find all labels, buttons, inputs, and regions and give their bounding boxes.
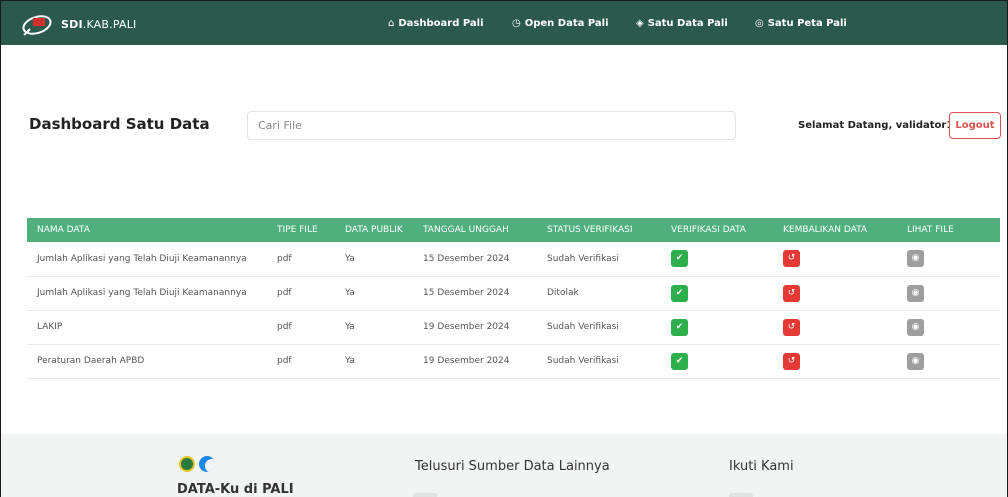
nav-satu-peta-label: Satu Peta Pali (767, 17, 847, 29)
check-icon: ✔ (675, 287, 684, 298)
undo-icon: ↺ (787, 253, 796, 264)
cell-publik: Ya (335, 276, 413, 311)
cell-publik: Ya (335, 344, 413, 379)
verify-button[interactable]: ✔ (671, 250, 688, 268)
return-button[interactable]: ↺ (783, 318, 800, 336)
col-status-verifikasi[interactable]: STATUS VERIFIKASI (537, 218, 661, 242)
footer-brand: DATA-Ku di PALI (177, 482, 294, 497)
return-button[interactable]: ↺ (783, 284, 800, 302)
brand-logo-icon (21, 11, 57, 37)
regency-seal-icon (179, 456, 195, 472)
footer-explore-heading: Telusuri Sumber Data Lainnya (415, 459, 610, 474)
brand[interactable]: SDI.KAB.PALI (21, 11, 136, 37)
nav-dashboard-label: Dashboard Pali (398, 17, 484, 29)
table-row: Jumlah Aplikasi yang Telah Diuji Keamana… (27, 242, 1000, 277)
check-icon: ✔ (675, 253, 684, 264)
cell-publik: Ya (335, 242, 413, 277)
cell-nama: Peraturan Daerah APBD (27, 344, 267, 379)
verify-button[interactable]: ✔ (671, 284, 688, 302)
footer-social-stub[interactable] (729, 493, 753, 497)
cell-tipe: pdf (267, 344, 335, 379)
table-header-row: NAMA DATA TIPE FILE DATA PUBLIK TANGGAL … (27, 218, 1000, 242)
welcome-text: Selamat Datang, validator1 (798, 120, 954, 131)
cell-tanggal: 19 Desember 2024 (413, 344, 537, 379)
page-title: Dashboard Satu Data (29, 115, 210, 133)
cell-tanggal: 15 Desember 2024 (413, 242, 537, 277)
globe-icon: ◎ (755, 17, 764, 29)
check-icon: ✔ (675, 321, 684, 332)
view-file-button[interactable]: ◉ (907, 250, 924, 268)
brand-text-bold: SDI (61, 17, 83, 31)
return-button[interactable]: ↺ (783, 250, 800, 268)
cell-nama: Jumlah Aplikasi yang Telah Diuji Keamana… (27, 276, 267, 311)
layers-icon: ◈ (636, 17, 644, 29)
col-tanggal-unggah[interactable]: TANGGAL UNGGAH (413, 218, 537, 242)
view-file-button[interactable]: ◉ (907, 318, 924, 336)
undo-icon: ↺ (787, 287, 796, 298)
return-button[interactable]: ↺ (783, 352, 800, 370)
cell-status: Sudah Verifikasi (537, 344, 661, 379)
nav-satu-data-label: Satu Data Pali (647, 17, 728, 29)
col-tipe-file[interactable]: TIPE FILE (267, 218, 335, 242)
brand-text-rest: .KAB.PALI (82, 17, 137, 31)
view-file-button[interactable]: ◉ (907, 352, 924, 370)
home-icon: ⌂ (388, 17, 395, 29)
nav-open-data-label: Open Data Pali (524, 17, 609, 29)
cell-tipe: pdf (267, 242, 335, 277)
col-nama-data[interactable]: NAMA DATA (27, 218, 267, 242)
cell-publik: Ya (335, 310, 413, 345)
footer-logos (179, 456, 215, 472)
table-row: Jumlah Aplikasi yang Telah Diuji Keamana… (27, 276, 1000, 311)
col-verifikasi-data: VERIFIKASI DATA (661, 218, 773, 242)
verify-button[interactable]: ✔ (671, 352, 688, 370)
col-lihat-file: LIHAT FILE (897, 218, 1000, 242)
clock-icon: ◷ (512, 17, 521, 29)
cell-status: Sudah Verifikasi (537, 242, 661, 277)
nav-dashboard-pali[interactable]: ⌂ Dashboard Pali (388, 1, 484, 45)
search-input[interactable] (247, 111, 736, 140)
top-navbar: SDI.KAB.PALI ⌂ Dashboard Pali ◷ Open Dat… (1, 1, 1007, 45)
nav-open-data-pali[interactable]: ◷ Open Data Pali (512, 1, 609, 45)
ministry-logo-icon (199, 456, 215, 472)
nav-satu-data-pali[interactable]: ◈ Satu Data Pali (636, 1, 728, 45)
table-row: LAKIP pdf Ya 19 Desember 2024 Sudah Veri… (27, 310, 1000, 345)
cell-tanggal: 15 Desember 2024 (413, 276, 537, 311)
logout-button[interactable]: Logout (949, 112, 1001, 139)
data-table: NAMA DATA TIPE FILE DATA PUBLIK TANGGAL … (27, 218, 1000, 379)
undo-icon: ↺ (787, 321, 796, 332)
cell-tipe: pdf (267, 310, 335, 345)
check-icon: ✔ (675, 355, 684, 366)
eye-icon: ◉ (911, 253, 920, 264)
eye-icon: ◉ (911, 321, 920, 332)
view-file-button[interactable]: ◉ (907, 284, 924, 302)
footer-link-stub[interactable] (413, 493, 437, 497)
undo-icon: ↺ (787, 355, 796, 366)
table-row: Peraturan Daerah APBD pdf Ya 19 Desember… (27, 344, 1000, 379)
cell-nama: LAKIP (27, 310, 267, 345)
cell-status: Sudah Verifikasi (537, 310, 661, 345)
col-kembalikan-data: KEMBALIKAN DATA (773, 218, 897, 242)
cell-status: Ditolak (537, 276, 661, 311)
col-data-publik[interactable]: DATA PUBLIK (335, 218, 413, 242)
footer-follow-heading: Ikuti Kami (729, 459, 794, 474)
eye-icon: ◉ (911, 355, 920, 366)
eye-icon: ◉ (911, 287, 920, 298)
cell-tipe: pdf (267, 276, 335, 311)
cell-nama: Jumlah Aplikasi yang Telah Diuji Keamana… (27, 242, 267, 277)
nav-satu-peta-pali[interactable]: ◎ Satu Peta Pali (755, 1, 847, 45)
verify-button[interactable]: ✔ (671, 318, 688, 336)
cell-tanggal: 19 Desember 2024 (413, 310, 537, 345)
